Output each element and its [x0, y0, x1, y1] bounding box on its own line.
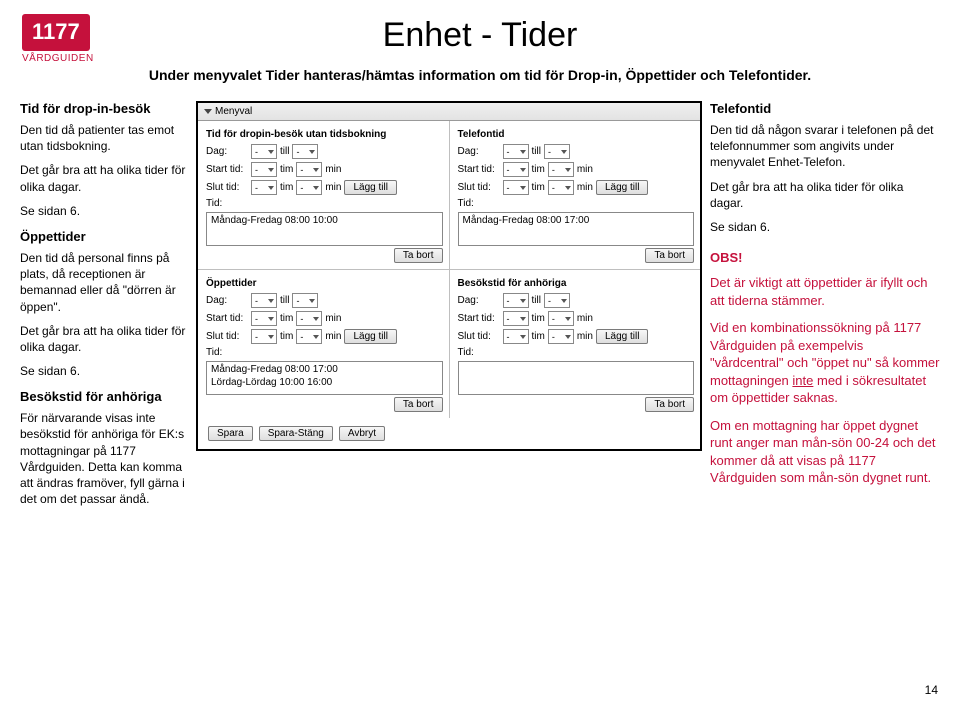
dropin-p2: Det går bra att ha olika tider för olika…	[20, 162, 188, 194]
h-open: Öppettider	[20, 229, 188, 244]
btn-tabort[interactable]: Ta bort	[394, 248, 443, 263]
h-telefon: Telefontid	[710, 101, 940, 116]
sel-slut-m[interactable]: -	[548, 329, 574, 344]
panel-rel: Besökstid för anhöriga Dag:-till- Start …	[449, 270, 701, 418]
sel-start-h[interactable]: -	[503, 162, 529, 177]
obs-block: OBS! Det är viktigt att öppettider är if…	[710, 249, 940, 487]
rel-p1: För närvarande visas inte besökstid för …	[20, 410, 188, 507]
lbl-dag: Dag:	[206, 146, 248, 157]
right-column: Telefontid Den tid då någon svarar i tel…	[710, 101, 940, 515]
lbl-slut: Slut tid:	[206, 182, 248, 193]
obs-p1: Det är viktigt att öppettider är ifyllt …	[710, 274, 940, 309]
sel-slut-h[interactable]: -	[251, 329, 277, 344]
sel-dag-from[interactable]: -	[251, 293, 277, 308]
logo: 1177 VÅRDGUIDEN	[22, 14, 94, 64]
btn-avbryt[interactable]: Avbryt	[339, 426, 385, 441]
panel-rel-title: Besökstid för anhöriga	[458, 278, 695, 289]
open-p1: Den tid då personal finns på plats, då r…	[20, 250, 188, 315]
dropin-p1: Den tid då patienter tas emot utan tidsb…	[20, 122, 188, 154]
chevron-down-icon	[204, 109, 212, 114]
menubar-label: Menyval	[215, 106, 252, 117]
menubar[interactable]: Menyval	[198, 103, 700, 121]
obs-p3: Om en mottagning har öppet dygnet runt a…	[710, 417, 940, 487]
h-dropin: Tid för drop-in-besök	[20, 101, 188, 116]
page-intro: Under menyvalet Tider hanteras/hämtas in…	[20, 67, 940, 83]
tel-p1: Den tid då någon svarar i telefonen på d…	[710, 122, 940, 171]
logo-brand: 1177	[22, 14, 90, 51]
lbl-start: Start tid:	[206, 164, 248, 175]
sel-dag-from[interactable]: -	[503, 144, 529, 159]
sel-start-m[interactable]: -	[296, 311, 322, 326]
panel-telefon: Telefontid Dag:-till- Start tid:-tim-min…	[449, 121, 701, 269]
btn-tabort[interactable]: Ta bort	[645, 248, 694, 263]
btn-lagg-till[interactable]: Lägg till	[596, 329, 648, 344]
btn-tabort[interactable]: Ta bort	[394, 397, 443, 412]
lbl-till: till	[280, 146, 289, 157]
sel-dag-to[interactable]: -	[292, 293, 318, 308]
panel-dropin-title: Tid för dropin-besök utan tidsbokning	[206, 129, 443, 140]
open-p2: Det går bra att ha olika tider för olika…	[20, 323, 188, 355]
sel-dag-to[interactable]: -	[544, 144, 570, 159]
tel-p2: Det går bra att ha olika tider för olika…	[710, 179, 940, 211]
h-rel: Besökstid för anhöriga	[20, 389, 188, 404]
obs-p2: Vid en kombinationssökning på 1177 Vårdg…	[710, 319, 940, 407]
sel-slut-m[interactable]: -	[296, 329, 322, 344]
sel-slut-h[interactable]: -	[503, 180, 529, 195]
sel-start-h[interactable]: -	[251, 162, 277, 177]
sel-start-m[interactable]: -	[296, 162, 322, 177]
sel-dag-from[interactable]: -	[503, 293, 529, 308]
panel-dropin: Tid för dropin-besök utan tidsbokning Da…	[198, 121, 449, 269]
sel-start-h[interactable]: -	[251, 311, 277, 326]
sel-slut-m[interactable]: -	[296, 180, 322, 195]
btn-spara[interactable]: Spara	[208, 426, 253, 441]
btn-lagg-till[interactable]: Lägg till	[344, 329, 396, 344]
embedded-screenshot: Menyval Tid för dropin-besök utan tidsbo…	[196, 101, 702, 451]
lbl-tid: Tid:	[206, 198, 248, 209]
btn-lagg-till[interactable]: Lägg till	[344, 180, 396, 195]
list-open[interactable]: Måndag-Fredag 08:00 17:00 Lördag-Lördag …	[206, 361, 443, 395]
page-number: 14	[925, 683, 938, 697]
btn-tabort[interactable]: Ta bort	[645, 397, 694, 412]
open-p3: Se sidan 6.	[20, 363, 188, 379]
dropin-p3: Se sidan 6.	[20, 203, 188, 219]
sel-slut-h[interactable]: -	[251, 180, 277, 195]
list-telefon[interactable]: Måndag-Fredag 08:00 17:00	[458, 212, 695, 246]
obs-heading: OBS!	[710, 249, 940, 268]
page-title: Enhet - Tider	[20, 16, 940, 55]
panel-open-title: Öppettider	[206, 278, 443, 289]
panel-open: Öppettider Dag:-till- Start tid:-tim-min…	[198, 270, 449, 418]
left-column: Tid för drop-in-besök Den tid då patient…	[20, 101, 188, 515]
sel-start-m[interactable]: -	[548, 162, 574, 177]
list-dropin[interactable]: Måndag-Fredag 08:00 10:00	[206, 212, 443, 246]
logo-sub: VÅRDGUIDEN	[22, 53, 94, 64]
panel-telefon-title: Telefontid	[458, 129, 695, 140]
sel-slut-h[interactable]: -	[503, 329, 529, 344]
sel-start-m[interactable]: -	[548, 311, 574, 326]
btn-lagg-till[interactable]: Lägg till	[596, 180, 648, 195]
sel-dag-to[interactable]: -	[292, 144, 318, 159]
btn-spara-stang[interactable]: Spara-Stäng	[259, 426, 333, 441]
sel-slut-m[interactable]: -	[548, 180, 574, 195]
tel-p3: Se sidan 6.	[710, 219, 940, 235]
sel-start-h[interactable]: -	[503, 311, 529, 326]
list-rel[interactable]	[458, 361, 695, 395]
sel-dag-to[interactable]: -	[544, 293, 570, 308]
sel-dag-from[interactable]: -	[251, 144, 277, 159]
